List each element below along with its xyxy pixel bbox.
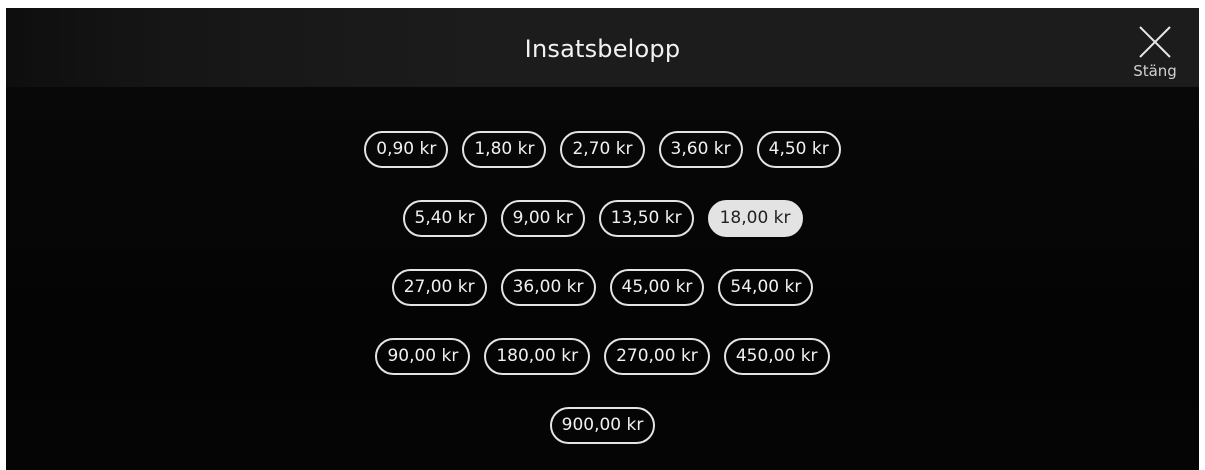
amount-option[interactable]: 90,00 kr [375, 338, 471, 375]
bet-amount-dialog: Insatsbelopp Stäng 0,90 kr 1,80 kr 2,70 … [6, 8, 1199, 470]
amount-option[interactable]: 13,50 kr [598, 200, 694, 237]
amount-option[interactable]: 2,70 kr [560, 131, 645, 168]
amount-row: 900,00 kr [6, 407, 1199, 444]
close-label: Stäng [1133, 62, 1177, 80]
amount-option[interactable]: 9,00 kr [500, 200, 585, 237]
close-icon [1139, 26, 1171, 58]
amount-list: 0,90 kr 1,80 kr 2,70 kr 3,60 kr 4,50 kr … [6, 87, 1199, 470]
amount-option[interactable]: 1,80 kr [462, 131, 547, 168]
amount-option[interactable]: 36,00 kr [500, 269, 596, 306]
amount-option[interactable]: 45,00 kr [609, 269, 705, 306]
amount-option[interactable]: 5,40 kr [402, 200, 487, 237]
amount-row: 5,40 kr 9,00 kr 13,50 kr 18,00 kr [6, 200, 1199, 237]
amount-option[interactable]: 27,00 kr [391, 269, 487, 306]
amount-option[interactable]: 900,00 kr [549, 407, 656, 444]
amount-option-selected[interactable]: 18,00 kr [707, 200, 803, 237]
amount-option[interactable]: 270,00 kr [604, 338, 710, 375]
amount-grid: 0,90 kr 1,80 kr 2,70 kr 3,60 kr 4,50 kr … [6, 131, 1199, 470]
dialog-header: Insatsbelopp Stäng [6, 8, 1199, 87]
amount-option[interactable]: 450,00 kr [723, 338, 830, 375]
dialog-title: Insatsbelopp [524, 35, 681, 63]
amount-option[interactable]: 4,50 kr [756, 131, 841, 168]
amount-row: 90,00 kr 180,00 kr 270,00 kr 450,00 kr [6, 338, 1199, 375]
amount-option[interactable]: 0,90 kr [364, 131, 449, 168]
amount-option[interactable]: 180,00 kr [484, 338, 591, 375]
amount-row: 0,90 kr 1,80 kr 2,70 kr 3,60 kr 4,50 kr [6, 131, 1199, 168]
close-button[interactable]: Stäng [1127, 18, 1183, 84]
amount-option[interactable]: 3,60 kr [658, 131, 743, 168]
amount-option[interactable]: 54,00 kr [718, 269, 814, 306]
amount-row: 27,00 kr 36,00 kr 45,00 kr 54,00 kr [6, 269, 1199, 306]
